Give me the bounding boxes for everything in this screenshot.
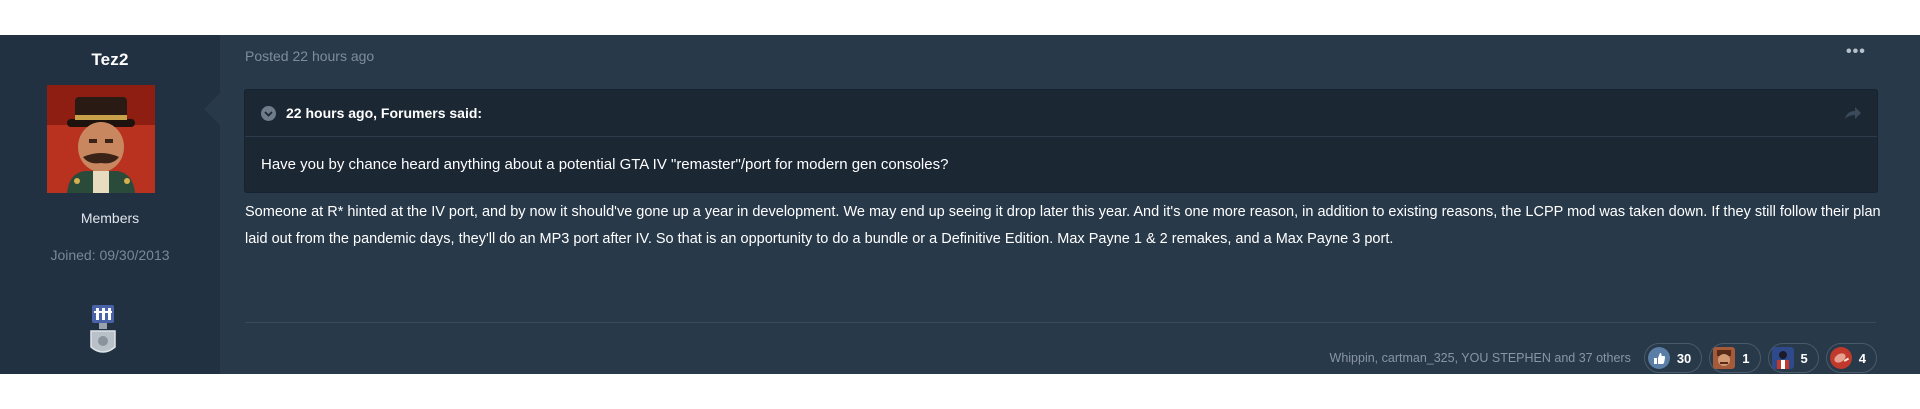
avatar[interactable]	[47, 85, 155, 193]
reaction-character[interactable]: 5	[1767, 343, 1819, 373]
character-icon	[1771, 347, 1794, 369]
go-to-quote-icon[interactable]	[1843, 105, 1863, 121]
reaction-face[interactable]: 1	[1709, 343, 1761, 373]
post-pointer-arrow	[204, 93, 220, 125]
author-panel: Tez2 Members Joined: 09/30/2013	[0, 35, 220, 374]
rank-badge-icon	[86, 303, 120, 359]
divider	[245, 322, 1876, 323]
quote-block: 22 hours ago, Forumers said: Have you by…	[244, 89, 1878, 193]
collapse-chevron-icon[interactable]	[261, 106, 276, 121]
meat-icon	[1829, 347, 1852, 369]
reaction-thumbs-up[interactable]: 30	[1643, 343, 1703, 373]
post-body: Someone at R* hinted at the IV port, and…	[245, 204, 1881, 247]
posted-time[interactable]: Posted 22 hours ago	[245, 48, 374, 64]
reaction-count: 30	[1676, 350, 1692, 366]
author-role: Members	[80, 210, 140, 226]
reaction-count: 4	[1858, 350, 1866, 366]
reaction-names[interactable]: Whippin, cartman_325, YOU STEPHEN and 37…	[1330, 351, 1631, 365]
more-options-button[interactable]: •••	[1846, 43, 1866, 61]
author-joined-date: Joined: 09/30/2013	[50, 247, 170, 263]
face-icon	[1713, 347, 1736, 369]
reaction-meat[interactable]: 4	[1825, 343, 1877, 373]
quote-text: Have you by chance heard anything about …	[261, 156, 949, 173]
reaction-count: 5	[1800, 350, 1808, 366]
author-name[interactable]: Tez2	[0, 50, 220, 70]
quote-author-line[interactable]: 22 hours ago, Forumers said:	[286, 105, 482, 121]
reaction-count: 1	[1742, 350, 1750, 366]
forum-post: Tez2 Members Joined: 09/30/2013 Posted 2…	[0, 35, 1920, 374]
thumbs-up-icon	[1647, 347, 1670, 369]
reactions-bar: Whippin, cartman_325, YOU STEPHEN and 37…	[1330, 343, 1877, 373]
quote-header: 22 hours ago, Forumers said:	[245, 90, 1877, 137]
